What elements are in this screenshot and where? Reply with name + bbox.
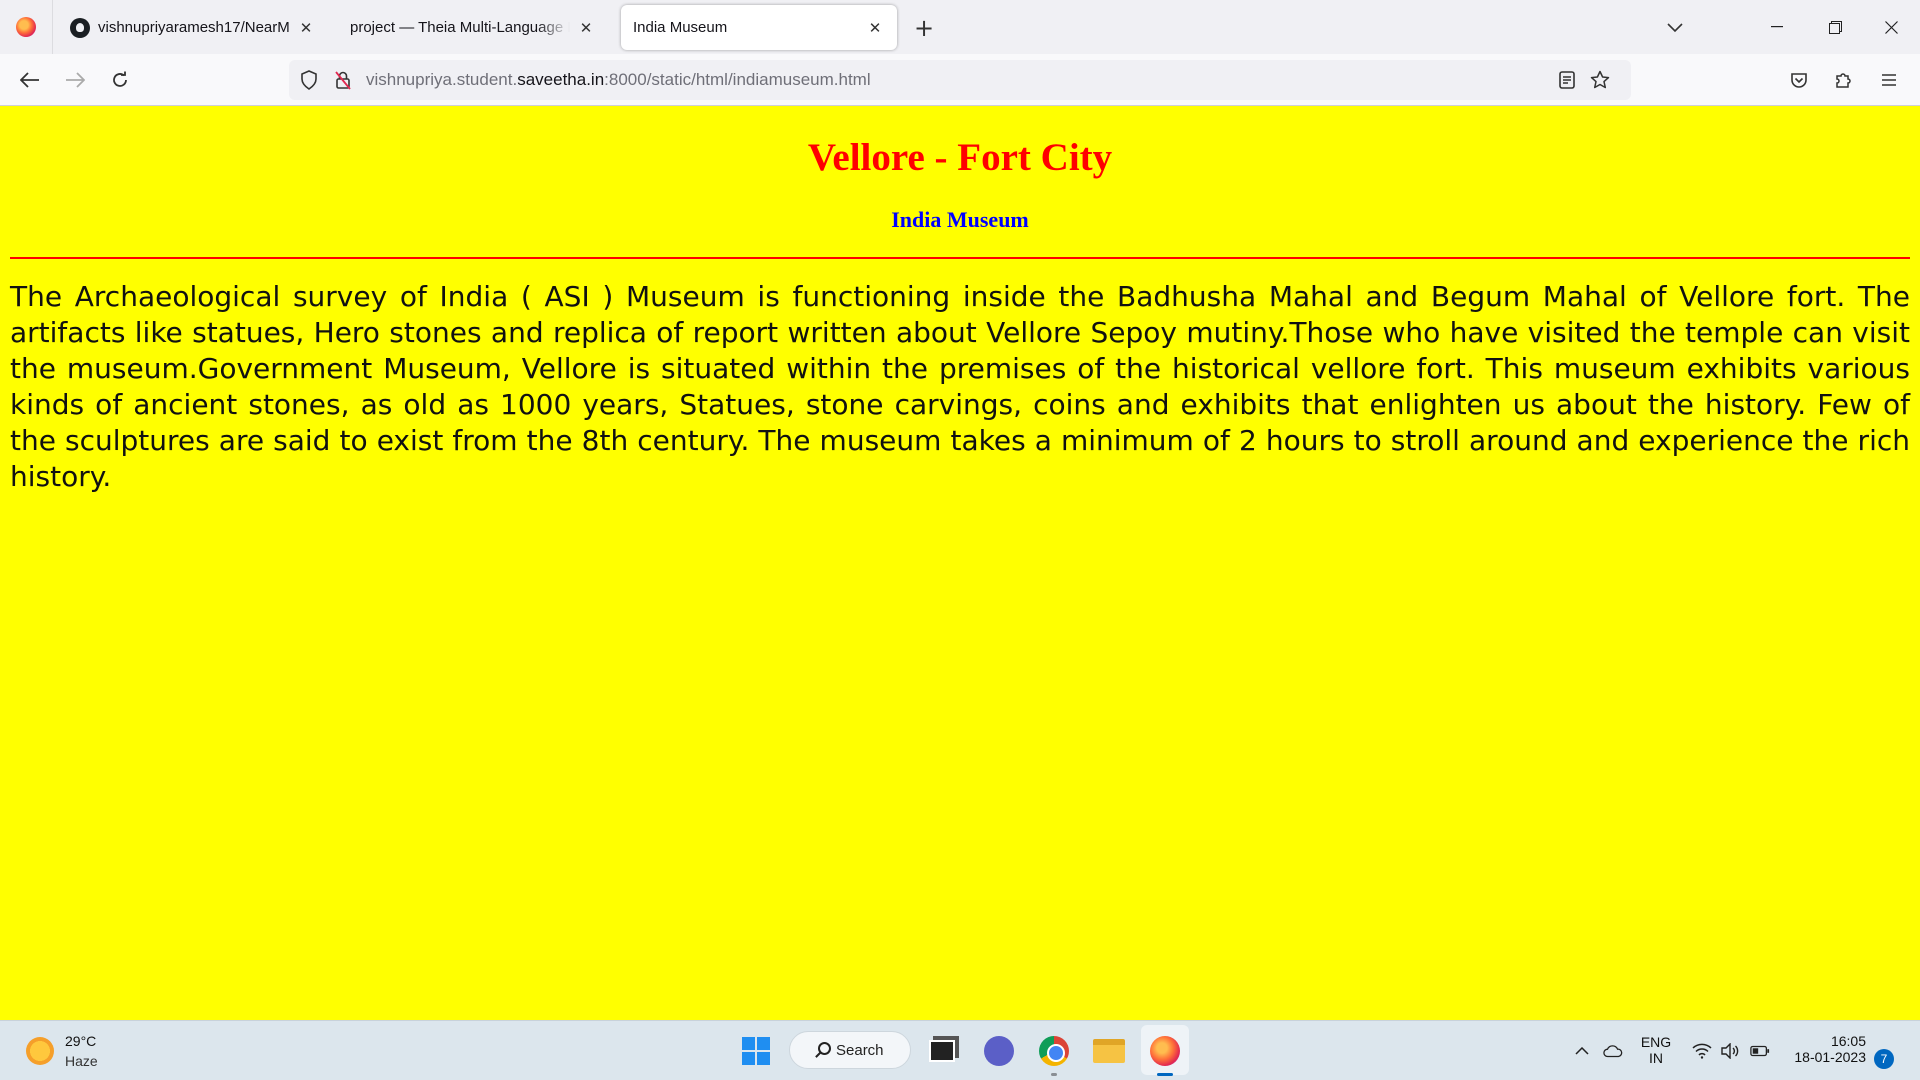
- tab-india-museum[interactable]: India Museum ✕: [621, 5, 897, 50]
- reload-button[interactable]: [104, 64, 136, 96]
- clock[interactable]: 16:05 18-01-2023: [1786, 1033, 1866, 1065]
- tab-theia[interactable]: project — Theia Multi-Language Explorer …: [338, 5, 608, 50]
- restore-icon: [1828, 20, 1842, 34]
- windows-logo-icon: [742, 1037, 770, 1065]
- search-label: Search: [836, 1041, 884, 1059]
- language-indicator[interactable]: ENG IN: [1638, 1034, 1674, 1066]
- tracking-protection-icon[interactable]: [297, 68, 321, 92]
- arrow-right-icon: [66, 72, 85, 88]
- firefox-view-button[interactable]: [0, 0, 53, 54]
- close-window-button[interactable]: [1868, 10, 1914, 44]
- tab-title: vishnupriyaramesh17/NearMe: [98, 19, 290, 36]
- url-path: :8000/static/html/indiamuseum.html: [604, 70, 871, 89]
- close-icon[interactable]: ✕: [576, 18, 596, 38]
- wifi-button[interactable]: [1692, 1041, 1712, 1061]
- video-chat-icon: [984, 1036, 1014, 1066]
- file-explorer-button[interactable]: [1091, 1033, 1127, 1069]
- teams-chat-button[interactable]: [981, 1033, 1017, 1069]
- running-indicator: [1051, 1073, 1057, 1076]
- volume-button[interactable]: [1720, 1041, 1740, 1061]
- tab-title: India Museum: [633, 19, 728, 36]
- url-prefix: vishnupriya.student.: [366, 70, 518, 89]
- taskbar-search[interactable]: Search: [789, 1031, 911, 1069]
- back-button[interactable]: [14, 64, 46, 96]
- url-text[interactable]: vishnupriya.student.saveetha.in:8000/sta…: [366, 70, 871, 90]
- clock-time: 16:05: [1830, 1033, 1866, 1049]
- taskbar: 29°C Haze Search ENG IN 16:05 18-01-2023…: [0, 1020, 1920, 1080]
- cloud-icon: [1603, 1045, 1623, 1058]
- app-menu-button[interactable]: [1873, 64, 1905, 96]
- url-host: saveetha.in: [517, 70, 605, 89]
- weather-haze-icon: [26, 1037, 54, 1065]
- speaker-icon: [1721, 1043, 1739, 1059]
- task-view-button[interactable]: [924, 1033, 960, 1069]
- reload-icon: [113, 71, 127, 87]
- minimize-icon: [1771, 26, 1783, 28]
- shield-icon: [301, 70, 317, 90]
- weather-temperature: 29°C: [65, 1033, 97, 1049]
- battery-button[interactable]: [1750, 1041, 1770, 1061]
- firefox-icon: [16, 17, 36, 37]
- insecure-connection-icon[interactable]: [331, 68, 355, 92]
- address-bar[interactable]: vishnupriya.student.saveetha.in:8000/sta…: [289, 60, 1631, 100]
- list-all-tabs-button[interactable]: [1661, 14, 1689, 42]
- navigation-toolbar: vishnupriya.student.saveetha.in:8000/sta…: [0, 54, 1920, 106]
- bookmark-button[interactable]: [1588, 68, 1612, 92]
- start-button[interactable]: [738, 1033, 774, 1069]
- tab-github[interactable]: vishnupriyaramesh17/NearMe ✕: [58, 5, 328, 50]
- lock-strikethrough-icon: [335, 71, 351, 90]
- page-subtitle: India Museum: [891, 207, 1029, 232]
- github-icon: [70, 17, 90, 38]
- region-code: IN: [1649, 1050, 1663, 1066]
- chrome-button[interactable]: [1036, 1033, 1072, 1069]
- hamburger-menu-icon: [1882, 74, 1896, 86]
- new-tab-button[interactable]: +: [910, 14, 938, 42]
- arrow-left-icon: [20, 72, 39, 88]
- active-indicator: [1157, 1073, 1173, 1076]
- page-title: Vellore - Fort City: [807, 136, 1113, 179]
- pocket-icon: [1791, 72, 1807, 88]
- battery-icon: [1750, 1045, 1770, 1057]
- folder-icon: [1093, 1039, 1125, 1063]
- language-code: ENG: [1640, 1034, 1672, 1050]
- horizontal-rule: [10, 257, 1910, 259]
- museum-description: The Archaeological survey of India ( ASI…: [10, 280, 1910, 493]
- clock-date: 18-01-2023: [1794, 1049, 1866, 1065]
- onedrive-button[interactable]: [1603, 1041, 1623, 1061]
- wifi-icon: [1692, 1043, 1712, 1059]
- task-view-icon: [929, 1040, 955, 1062]
- tab-strip: vishnupriyaramesh17/NearMe ✕ project — T…: [0, 0, 1920, 54]
- firefox-icon: [1150, 1036, 1180, 1066]
- notification-badge[interactable]: 7: [1874, 1049, 1894, 1069]
- show-hidden-icons-button[interactable]: [1572, 1041, 1592, 1061]
- reader-view-button[interactable]: [1555, 68, 1579, 92]
- chevron-down-icon: [1667, 23, 1683, 33]
- restore-button[interactable]: [1812, 10, 1858, 44]
- extensions-button[interactable]: [1828, 64, 1860, 96]
- close-icon[interactable]: ✕: [865, 18, 885, 38]
- forward-button[interactable]: [59, 64, 91, 96]
- weather-description: Haze: [65, 1053, 98, 1069]
- close-icon[interactable]: ✕: [296, 18, 316, 38]
- firefox-taskbar-button[interactable]: [1147, 1033, 1183, 1069]
- web-page: Vellore - Fort City India Museum The Arc…: [0, 107, 1920, 1020]
- search-icon: [818, 1042, 831, 1055]
- minimize-button[interactable]: [1754, 10, 1800, 44]
- tab-title: project — Theia Multi-Language Explorer: [350, 19, 570, 36]
- close-icon: [1884, 20, 1898, 34]
- pocket-button[interactable]: [1783, 64, 1815, 96]
- puzzle-icon: [1836, 73, 1851, 88]
- chrome-icon: [1039, 1036, 1069, 1066]
- star-icon: [1590, 70, 1610, 89]
- chevron-up-icon: [1575, 1047, 1589, 1055]
- reader-view-icon: [1559, 71, 1575, 89]
